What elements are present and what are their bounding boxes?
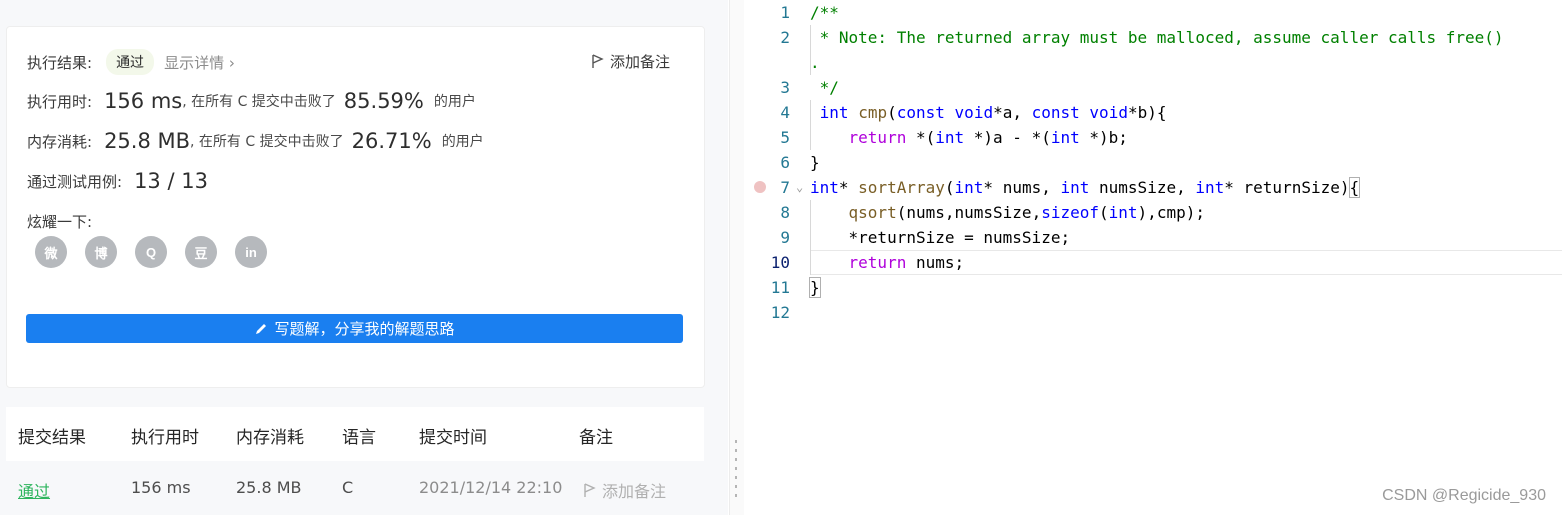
line-number: 11 bbox=[770, 278, 790, 297]
add-note-button[interactable]: 添加备注 bbox=[592, 51, 670, 72]
row-add-note[interactable]: 添加备注 bbox=[584, 478, 666, 502]
result-pane: 执行结果: 通过 显示详情 › 添加备注 执行用时: 156 ms , 在所有 … bbox=[0, 0, 728, 515]
qq-icon[interactable]: Q bbox=[135, 236, 167, 268]
code-line-wrap: . bbox=[810, 53, 820, 72]
row-result-link[interactable]: 通过 bbox=[18, 478, 50, 502]
weibo-icon[interactable]: 博 bbox=[85, 236, 117, 268]
code-line: return nums; bbox=[848, 253, 965, 272]
status-badge: 通过 bbox=[106, 49, 155, 75]
line-number: 7 bbox=[780, 178, 790, 197]
row-runtime: 156 ms bbox=[131, 478, 191, 497]
line-number: 2 bbox=[780, 28, 790, 47]
code-line: *returnSize = numsSize; bbox=[810, 228, 1071, 247]
write-solution-button[interactable]: 写题解，分享我的解题思路 bbox=[26, 314, 683, 343]
pane-splitter[interactable] bbox=[729, 0, 745, 515]
watermark: CSDN @Regicide_930 bbox=[1382, 487, 1546, 504]
header-time: 提交时间 bbox=[419, 428, 487, 448]
memory-percentile: 26.71% bbox=[351, 129, 432, 153]
linkedin-icon[interactable]: in bbox=[235, 236, 267, 268]
result-card: 执行结果: 通过 显示详情 › 添加备注 执行用时: 156 ms , 在所有 … bbox=[6, 26, 705, 388]
share-icons: 微 博 Q 豆 in bbox=[35, 236, 267, 268]
row-time: 2021/12/14 22:10 bbox=[419, 478, 563, 497]
runtime-percentile: 85.59% bbox=[343, 89, 424, 113]
line-number: 9 bbox=[780, 228, 790, 247]
table-row[interactable]: 通过 156 ms 25.8 MB C 2021/12/14 22:10 添加备… bbox=[6, 461, 704, 515]
code-line: int* sortArray(int* nums, int numsSize, … bbox=[810, 177, 1361, 198]
pencil-icon bbox=[256, 323, 267, 334]
status-label: 执行结果: bbox=[27, 53, 93, 72]
flag-icon bbox=[584, 482, 596, 497]
code-line: } bbox=[809, 277, 821, 298]
row-memory: 25.8 MB bbox=[236, 478, 302, 497]
runtime-value: 156 ms bbox=[104, 89, 183, 113]
header-memory: 内存消耗 bbox=[236, 428, 304, 448]
share-label: 炫耀一下: bbox=[27, 213, 93, 231]
memory-label: 内存消耗: bbox=[27, 132, 93, 151]
header-language: 语言 bbox=[342, 428, 376, 448]
submissions-table: 提交结果 执行用时 内存消耗 语言 提交时间 备注 通过 156 ms 25.8… bbox=[6, 407, 704, 515]
runtime-label: 执行用时: bbox=[27, 92, 93, 111]
show-details-link[interactable]: 显示详情 › bbox=[164, 52, 235, 73]
code-line: } bbox=[810, 153, 820, 172]
line-number: 5 bbox=[780, 128, 790, 147]
douban-icon[interactable]: 豆 bbox=[185, 236, 217, 268]
row-add-note-label: 添加备注 bbox=[602, 482, 667, 501]
header-note: 备注 bbox=[579, 428, 613, 448]
code-line: qsort(nums,numsSize,sizeof(int),cmp); bbox=[848, 203, 1205, 222]
line-number: 8 bbox=[780, 203, 790, 222]
header-result: 提交结果 bbox=[18, 428, 86, 448]
code-line: return *(int *)a - *(int *)b; bbox=[848, 128, 1128, 147]
runtime-desc: , 在所有 C 提交中击败了 bbox=[182, 94, 336, 110]
flag-icon bbox=[592, 54, 604, 68]
line-number: 6 bbox=[780, 153, 790, 172]
code-line: int cmp(const void*a, const void*b){ bbox=[819, 103, 1167, 122]
code-line: */ bbox=[810, 78, 839, 97]
memory-desc: , 在所有 C 提交中击败了 bbox=[190, 134, 344, 150]
status-row: 执行结果: 通过 显示详情 › bbox=[27, 49, 235, 75]
add-note-label: 添加备注 bbox=[609, 53, 670, 71]
code-line: /** bbox=[810, 3, 839, 22]
write-solution-label: 写题解，分享我的解题思路 bbox=[274, 320, 455, 338]
tests-label: 通过测试用例: bbox=[27, 172, 123, 191]
tests-row: 通过测试用例: 13 / 13 bbox=[27, 169, 208, 193]
memory-row: 内存消耗: 25.8 MB , 在所有 C 提交中击败了 26.71% 的用户 bbox=[27, 129, 484, 153]
splitter-handle[interactable] bbox=[735, 440, 737, 497]
line-number-current: 10 bbox=[770, 253, 790, 272]
line-number: 3 bbox=[780, 78, 790, 97]
fold-chevron-icon[interactable]: ⌄ bbox=[796, 180, 803, 194]
runtime-suffix: 的用户 bbox=[433, 94, 476, 110]
memory-value: 25.8 MB bbox=[104, 129, 191, 153]
line-number: 4 bbox=[780, 103, 790, 122]
tests-value: 13 / 13 bbox=[134, 169, 208, 193]
memory-suffix: 的用户 bbox=[441, 134, 484, 150]
share-row: 炫耀一下: bbox=[27, 211, 92, 232]
line-number: 12 bbox=[770, 303, 790, 322]
runtime-row: 执行用时: 156 ms , 在所有 C 提交中击败了 85.59% 的用户 bbox=[27, 89, 476, 113]
wechat-icon[interactable]: 微 bbox=[35, 236, 67, 268]
line-number: 1 bbox=[780, 3, 790, 22]
code-line: * Note: The returned array must be mallo… bbox=[810, 28, 1504, 47]
header-runtime: 执行用时 bbox=[131, 428, 199, 448]
code-editor[interactable]: ⌄ 1 2 3 4 5 6 7 8 9 10 11 12 /** * Note:… bbox=[744, 0, 1562, 515]
row-language: C bbox=[342, 478, 354, 497]
